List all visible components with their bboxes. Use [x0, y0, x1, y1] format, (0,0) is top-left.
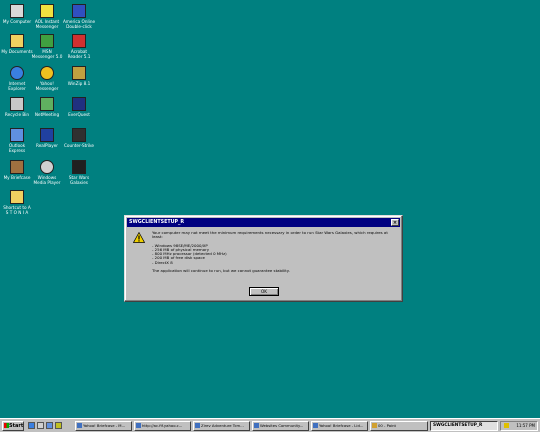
dialog-titlebar[interactable]: SWGCLIENTSETUP_R ×	[127, 218, 400, 227]
dialog-footer: The application will continue to run, bu…	[152, 268, 290, 274]
desktop-icon-recycle-bin[interactable]: Recycle Bin	[0, 97, 34, 117]
dialog-title: SWGCLIENTSETUP_R	[129, 220, 185, 225]
taskbar: Start Yahoo! Briefcase - M... http://ac.…	[0, 418, 540, 432]
desktop-icon-outlook-express[interactable]: Outlook Express	[0, 128, 34, 153]
ie-icon	[77, 423, 82, 428]
task-zirev-adventure[interactable]: Zirev Adventure Tcm...	[193, 421, 250, 431]
dialog-message: Your computer may not meet the minimum r…	[152, 230, 397, 277]
ok-button[interactable]: OK	[249, 287, 279, 296]
start-button[interactable]: Start	[2, 421, 24, 431]
recycle-bin-icon	[10, 97, 24, 111]
system-tray: 11:57 PM	[500, 421, 538, 431]
desktop-icon-my-briefcase[interactable]: My Briefcase	[0, 160, 34, 180]
requirements-list: - Windows 98SE/ME/2000/XP - 256 MB of ph…	[152, 243, 397, 265]
paint-icon	[372, 423, 377, 428]
ie-icon	[10, 66, 24, 80]
windows-logo-icon	[4, 423, 9, 428]
media-player-icon	[40, 160, 54, 174]
counter-strike-icon	[72, 128, 86, 142]
briefcase-icon	[10, 160, 24, 174]
star-wars-icon	[72, 160, 86, 174]
clock[interactable]: 11:57 PM	[516, 423, 535, 428]
quicklaunch-ie-icon[interactable]	[28, 422, 35, 429]
task-yahoo-link[interactable]: http://ac.fif.yahoo.c...	[134, 421, 191, 431]
desktop-icon-winzip[interactable]: WinZip 8.1	[62, 66, 96, 86]
tray-volume-icon[interactable]	[504, 423, 509, 428]
desktop-icon-msn-messenger[interactable]: MSN Messenger 5.0	[30, 34, 64, 59]
outlook-icon	[10, 128, 24, 142]
task-yahoo-briefcase-1[interactable]: Yahoo! Briefcase - M...	[75, 421, 132, 431]
computer-icon	[10, 4, 24, 18]
warning-icon	[133, 232, 145, 243]
close-button[interactable]: ×	[391, 219, 399, 226]
ie-icon	[136, 423, 141, 428]
aim-icon	[40, 4, 54, 18]
task-swgclientsetup[interactable]: SWGCLIENTSETUP_R	[430, 421, 498, 431]
desktop-icon-yahoo-messenger[interactable]: Yahoo! Messenger	[30, 66, 64, 91]
desktop-icon-aim[interactable]: AOL Instant Messenger	[30, 4, 64, 29]
desktop-icon-acrobat[interactable]: Acrobat Reader 5.1	[62, 34, 96, 59]
desktop-icon-my-computer[interactable]: My Computer	[0, 4, 34, 24]
dialog-intro: Your computer may not meet the minimum r…	[152, 230, 388, 240]
task-websites-community[interactable]: Websites Community...	[252, 421, 309, 431]
requirement-item: - DirectX 8	[152, 259, 173, 265]
desktop-icon-netmeeting[interactable]: NetMeeting	[30, 97, 64, 117]
desktop-icon-shortcut-astonia[interactable]: Shortcut to A S T O N I A	[0, 190, 34, 215]
everquest-icon	[72, 97, 86, 111]
desktop-icon-internet-explorer[interactable]: Internet Explorer	[0, 66, 34, 91]
ie-icon	[195, 423, 200, 428]
desktop-icon-counter-strike[interactable]: Counter-Strike	[62, 128, 96, 148]
desktop-icon-everquest[interactable]: EverQuest	[62, 97, 96, 117]
winzip-icon	[72, 66, 86, 80]
folder-shortcut-icon	[10, 190, 24, 204]
netmeeting-icon	[40, 97, 54, 111]
desktop-icon-realplayer[interactable]: RealPlayer	[30, 128, 64, 148]
msn-icon	[40, 34, 54, 48]
ie-icon	[254, 423, 259, 428]
quicklaunch-media-icon[interactable]	[55, 422, 62, 429]
acrobat-icon	[72, 34, 86, 48]
quicklaunch-desktop-icon[interactable]	[37, 422, 44, 429]
desktop-icon-aol[interactable]: America Online Double-click	[62, 4, 96, 29]
warning-dialog: SWGCLIENTSETUP_R × Your computer may not…	[124, 215, 403, 302]
desktop-icon-media-player[interactable]: Windows Media Player	[30, 160, 64, 185]
desktop-icon-my-documents[interactable]: My Documents	[0, 34, 34, 54]
folder-icon	[10, 34, 24, 48]
yahoo-icon	[40, 66, 54, 80]
desktop-icon-star-wars-galaxies[interactable]: Star Wars Galaxies	[62, 160, 96, 185]
task-paint[interactable]: 00 - Paint	[370, 421, 428, 431]
task-yahoo-briefcase-2[interactable]: Yahoo! Briefcase - Lid...	[311, 421, 368, 431]
aol-icon	[72, 4, 86, 18]
quicklaunch-outlook-icon[interactable]	[46, 422, 53, 429]
start-label: Start	[9, 423, 24, 429]
ie-icon	[313, 423, 318, 428]
realplayer-icon	[40, 128, 54, 142]
